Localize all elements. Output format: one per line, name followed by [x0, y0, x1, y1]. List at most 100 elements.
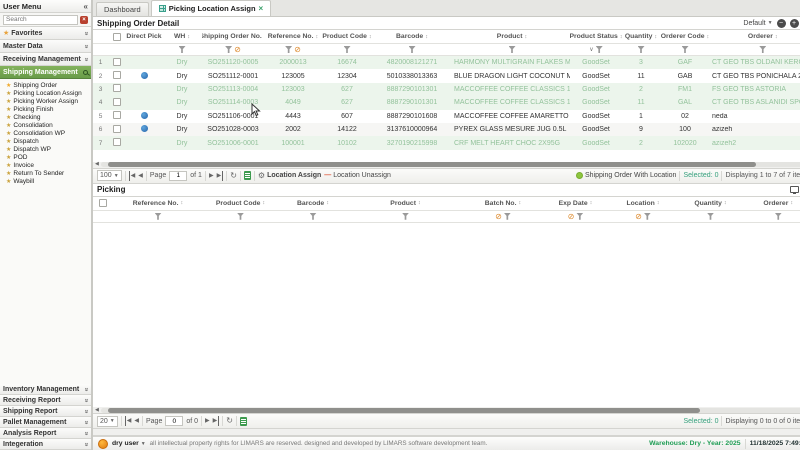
select-all-checkbox[interactable] — [99, 199, 107, 207]
sidebar-item-dispatch[interactable]: ★Dispatch — [6, 137, 91, 145]
sidebar-item-picking-location-assign[interactable]: ★Picking Location Assign — [6, 89, 91, 97]
sidebar-item-picking-finish[interactable]: ★Picking Finish — [6, 105, 91, 113]
clear-filter-icon[interactable]: ⊘ — [568, 213, 575, 220]
page-size-select[interactable]: 20▼ — [97, 416, 118, 427]
sidebar-section-receiving-management[interactable]: Receiving Management » — [0, 53, 91, 66]
column-header-reference-no[interactable]: Reference No. — [113, 200, 203, 207]
sidebar-item-invoice[interactable]: ★Invoice — [6, 161, 91, 169]
row-checkbox[interactable] — [113, 98, 121, 106]
filter-icon-barcode[interactable] — [409, 46, 416, 53]
sidebar-section-master-data[interactable]: Master Data » — [0, 40, 91, 53]
tab-picking-location-assign[interactable]: Picking Location Assign × — [151, 0, 272, 16]
column-header-quantity[interactable]: Quantity — [678, 200, 743, 207]
search-input[interactable] — [3, 15, 78, 25]
sidebar-section-pallet-management[interactable]: Pallet Management » — [0, 417, 91, 428]
shipping-table-row[interactable]: 5 Dry SO251106-0001 4443 607 88872901016… — [93, 110, 800, 123]
filter-icon-product[interactable] — [509, 46, 516, 53]
sidebar-section-integeration[interactable]: Integeration » — [0, 439, 91, 450]
scrollbar-thumb[interactable] — [108, 408, 700, 413]
column-header-product-code[interactable]: Product Code — [322, 33, 372, 40]
column-header-batch-no[interactable]: Batch No. — [463, 200, 543, 207]
clear-filter-icon[interactable]: ⊘ — [294, 46, 301, 53]
user-menu-button[interactable]: dry user ▼ — [112, 440, 146, 447]
close-tab-icon[interactable]: × — [259, 5, 264, 13]
clear-filter-icon[interactable]: ⊘ — [234, 46, 241, 53]
shipping-table-row[interactable]: 7 Dry SO251006-0001 100001 10102 3270190… — [93, 136, 800, 149]
column-header-shipping-order-no[interactable]: Shipping Order No. — [202, 33, 264, 40]
shipping-table-row[interactable]: 1 Dry SO251120-0005 2000013 16674 482000… — [93, 56, 800, 69]
page-number-input[interactable] — [165, 416, 183, 426]
shipping-table-row[interactable]: 4 Dry SO251114-0003 4049 627 88872901013… — [93, 96, 800, 109]
filter-icon-quantity[interactable] — [707, 213, 714, 220]
page-size-select[interactable]: 100▼ — [97, 170, 122, 181]
tab-dashboard[interactable]: Dashboard — [96, 2, 149, 16]
column-header-product-status[interactable]: Product Status — [570, 33, 622, 40]
column-header-reference-no[interactable]: Reference No. — [264, 33, 322, 40]
sidebar-section-favorites[interactable]: ★Favorites » — [0, 27, 91, 40]
sidebar-item-dispatch-wp[interactable]: ★Dispatch WP — [6, 145, 91, 153]
prev-page-button[interactable]: ◀ — [138, 171, 143, 181]
sidebar-section-shipping-management[interactable]: Shipping Management — [0, 66, 91, 79]
row-checkbox[interactable] — [113, 125, 121, 133]
column-header-product-code[interactable]: Product Code — [203, 200, 278, 207]
sidebar-item-checking[interactable]: ★Checking — [6, 113, 91, 121]
column-header-orderer[interactable]: Orderer — [710, 33, 800, 40]
export-excel-icon[interactable] — [244, 171, 251, 180]
select-all-checkbox[interactable] — [113, 33, 121, 41]
column-header-wh[interactable]: WH — [162, 33, 202, 40]
column-header-product[interactable]: Product — [348, 200, 463, 207]
sidebar-item-pod[interactable]: ★POD — [6, 153, 91, 161]
filter-icon-location[interactable] — [644, 213, 651, 220]
collapse-sidebar-icon[interactable]: « — [84, 2, 88, 11]
row-checkbox[interactable] — [113, 84, 121, 92]
filter-icon-batch-no[interactable] — [504, 213, 511, 220]
next-page-button[interactable]: ▶ — [205, 416, 210, 426]
sidebar-section-receiving-report[interactable]: Receiving Report » — [0, 395, 91, 406]
picking-horizontal-scrollbar[interactable]: ◀ ▶ — [93, 407, 800, 414]
next-page-button[interactable]: ▶ — [209, 171, 214, 181]
row-checkbox[interactable] — [113, 58, 121, 66]
column-header-barcode[interactable]: Barcode — [278, 200, 348, 207]
expand-all-button[interactable]: + — [790, 19, 799, 28]
filter-icon-product[interactable] — [402, 213, 409, 220]
collapse-all-button[interactable]: − — [777, 19, 786, 28]
filter-icon-barcode[interactable] — [310, 213, 317, 220]
clear-filter-icon[interactable]: ⊘ — [495, 213, 502, 220]
filter-icon-orderer[interactable] — [775, 213, 782, 220]
filter-icon-quantity[interactable] — [638, 46, 645, 53]
filter-icon-shipping-order-no[interactable] — [225, 46, 232, 53]
shipping-table-row[interactable]: 3 Dry SO251113-0004 123003 627 888729010… — [93, 83, 800, 96]
column-header-product[interactable]: Product — [452, 33, 570, 40]
sidebar-item-return-to-sender[interactable]: ★Return To Sender — [6, 169, 91, 177]
scroll-left-icon[interactable]: ◀ — [95, 407, 99, 414]
chevron-down-icon[interactable]: ∨ — [589, 46, 593, 53]
sidebar-item-consolidation-wp[interactable]: ★Consolidation WP — [6, 129, 91, 137]
sidebar-section-analysis-report[interactable]: Analysis Report » — [0, 428, 91, 439]
column-header-barcode[interactable]: Barcode — [372, 33, 452, 40]
column-header-orderer-code[interactable]: Orderer Code — [660, 33, 710, 40]
column-header-quantity[interactable]: Quantity — [622, 33, 660, 40]
refresh-icon[interactable]: ↻ — [226, 416, 233, 426]
first-page-button[interactable]: ◀ — [129, 171, 136, 181]
filter-icon-product-code[interactable] — [237, 213, 244, 220]
filter-icon-reference-no[interactable] — [285, 46, 292, 53]
filter-icon-orderer[interactable] — [759, 46, 766, 53]
view-selector[interactable]: Default▼ — [743, 20, 772, 27]
filter-icon-product-status[interactable] — [596, 46, 603, 53]
search-clear-icon[interactable]: × — [80, 16, 88, 24]
filter-icon-wh[interactable] — [179, 46, 186, 53]
scroll-left-icon[interactable]: ◀ — [95, 161, 99, 168]
sidebar-item-shipping-order[interactable]: ★Shipping Order — [6, 81, 91, 89]
column-header-orderer[interactable]: Orderer — [743, 200, 800, 207]
column-header-location[interactable]: Location — [608, 200, 678, 207]
sidebar-item-consolidation[interactable]: ★Consolidation — [6, 121, 91, 129]
scrollbar-thumb[interactable] — [108, 162, 756, 167]
column-header-direct-pick[interactable]: Direct Pick — [126, 33, 162, 40]
last-page-button[interactable]: ▶ — [217, 171, 224, 181]
row-checkbox[interactable] — [113, 71, 121, 79]
row-checkbox[interactable] — [113, 111, 121, 119]
column-header-exp-date[interactable]: Exp Date — [543, 200, 608, 207]
shipping-table-row[interactable]: 2 Dry SO251112-0001 123005 12304 5010338… — [93, 69, 800, 82]
sidebar-section-shipping-report[interactable]: Shipping Report » — [0, 406, 91, 417]
sidebar-section-inventory-management[interactable]: Inventory Management » — [0, 384, 91, 395]
